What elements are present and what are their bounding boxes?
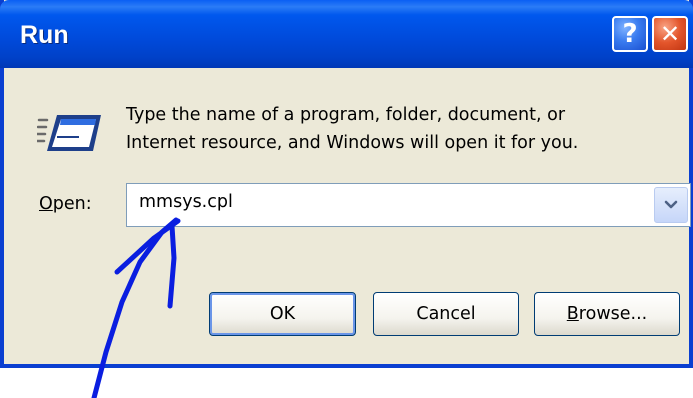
annotation-arrow [91, 217, 181, 398]
